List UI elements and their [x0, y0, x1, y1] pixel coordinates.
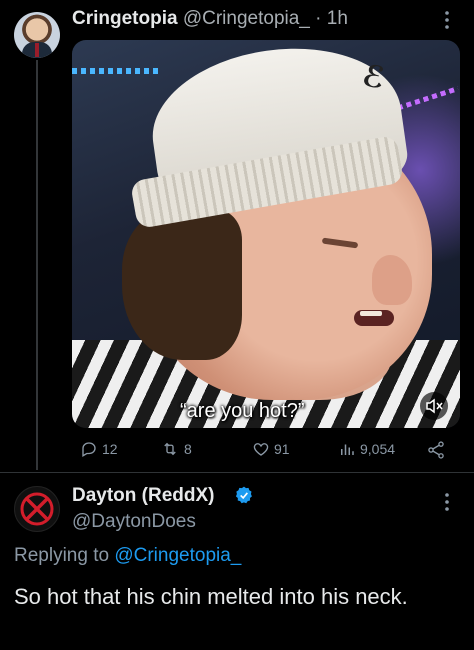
- reply-count: 12: [102, 441, 118, 457]
- share-button[interactable]: [426, 440, 450, 460]
- tweet-actions: 12 8 91 9,054: [72, 440, 460, 464]
- video-caption: “are you hot?”: [180, 400, 305, 422]
- reply-icon: [82, 442, 96, 457]
- retweet-count: 8: [184, 441, 192, 457]
- thread-connector-line: [36, 60, 38, 470]
- reply-more-dots-icon[interactable]: [444, 492, 450, 517]
- replying-to: Replying to @Cringetopia_: [14, 545, 241, 567]
- share-icon: [428, 441, 444, 459]
- author-name[interactable]: Cringetopia: [72, 8, 178, 29]
- like-button[interactable]: 91: [252, 440, 290, 458]
- red-x-logo-icon: [20, 492, 54, 526]
- views-button[interactable]: 9,054: [338, 440, 395, 458]
- teeth: [360, 311, 382, 316]
- avatar-cringetopia[interactable]: [14, 12, 60, 58]
- views-count: 9,054: [360, 441, 396, 457]
- divider: [0, 472, 474, 473]
- volume-mute-icon[interactable]: [420, 392, 448, 420]
- tweet-video[interactable]: ℰ “are you hot?”: [72, 40, 460, 428]
- reply-button[interactable]: 12: [80, 440, 118, 458]
- tweet-time[interactable]: · 1h: [315, 8, 348, 29]
- heart-icon: [253, 443, 269, 456]
- avatar-tie: [35, 43, 39, 57]
- hair: [122, 210, 242, 360]
- reply-text: So hot that his chin melted into his nec…: [14, 584, 408, 609]
- replying-to-link[interactable]: @Cringetopia_: [114, 545, 241, 566]
- verified-badge-icon[interactable]: [234, 485, 254, 510]
- like-count: 91: [274, 441, 290, 457]
- nose: [372, 255, 412, 305]
- views-icon: [341, 444, 354, 455]
- led-strip-left: [72, 68, 162, 74]
- reply-author-name[interactable]: Dayton (ReddX): [72, 485, 215, 507]
- author-handle[interactable]: @Cringetopia_: [183, 8, 310, 29]
- avatar-dayton[interactable]: [14, 486, 60, 532]
- retweet-button[interactable]: 8: [160, 440, 192, 458]
- retweet-icon: [164, 442, 176, 456]
- replying-prefix: Replying to: [14, 545, 110, 566]
- tweet-header: Cringetopia @Cringetopia_ · 1h: [72, 8, 348, 30]
- more-dots-icon[interactable]: [444, 10, 450, 35]
- reply-author-handle[interactable]: @DaytonDoes: [72, 511, 196, 533]
